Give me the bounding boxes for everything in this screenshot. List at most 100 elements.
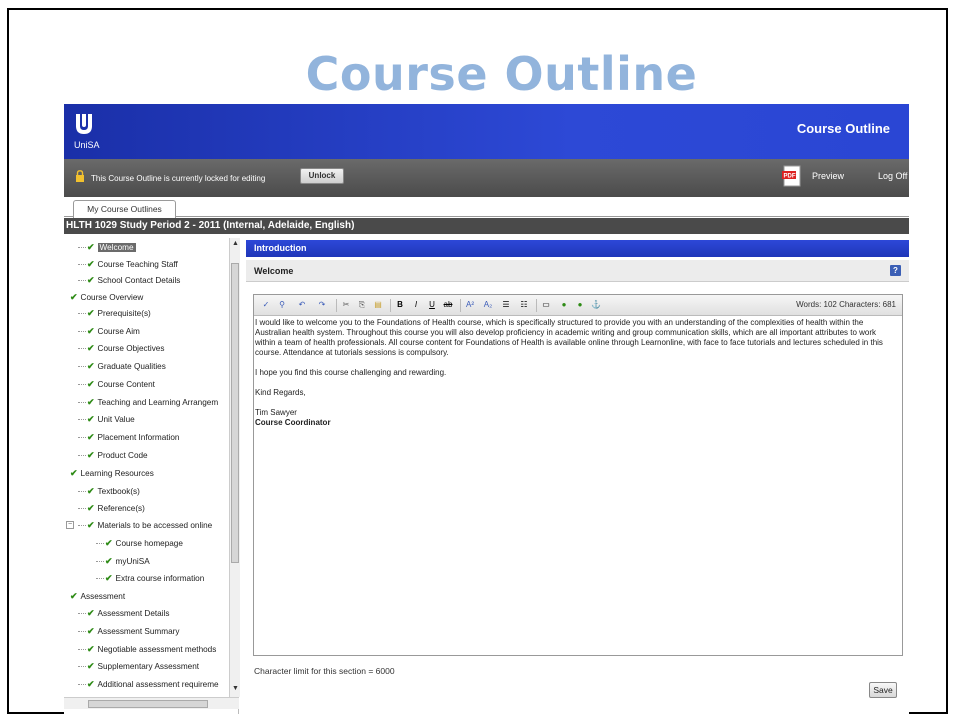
check-icon: ✔: [87, 679, 95, 689]
check-icon: ✔: [87, 661, 95, 671]
tree-item-extra-course-information[interactable]: ✔ Extra course information: [96, 571, 204, 585]
tree-item-course-aim[interactable]: ✔ Course Aim: [78, 324, 140, 338]
scroll-down-icon[interactable]: ▼: [232, 685, 239, 692]
strikethrough-icon[interactable]: ab: [442, 299, 454, 311]
help-icon[interactable]: ?: [890, 265, 901, 276]
tree-scroll-thumb[interactable]: [231, 263, 239, 563]
tree-item-course-overview[interactable]: ✔ Course Overview: [70, 290, 143, 304]
tree-item-negotiable-assessment[interactable]: ✔ Negotiable assessment methods: [78, 642, 216, 656]
check-icon: ✔: [87, 608, 95, 618]
anchor-icon[interactable]: ⚓: [590, 299, 602, 311]
tree-item-school-contact-details[interactable]: ✔ School Contact Details: [78, 273, 180, 287]
tree-item-assessment-summary[interactable]: ✔ Assessment Summary: [78, 624, 179, 638]
spellcheck-icon[interactable]: ✓: [260, 299, 272, 311]
closing-paragraph: I hope you find this course challenging …: [255, 368, 447, 377]
check-icon: ✔: [87, 308, 95, 318]
lock-message: This Course Outline is currently locked …: [91, 174, 266, 183]
check-icon: ✔: [87, 397, 95, 407]
tree-item-references[interactable]: ✔ Reference(s): [78, 501, 145, 515]
check-icon: ✔: [87, 414, 95, 424]
tree-item-course-homepage[interactable]: ✔ Course homepage: [96, 536, 183, 550]
tree-item-unit-value[interactable]: ✔ Unit Value: [78, 412, 135, 426]
tree-item-learning-resources[interactable]: ✔ Learning Resources: [70, 466, 154, 480]
check-icon: ✔: [87, 259, 95, 269]
logo-text: UniSA: [74, 140, 100, 150]
subscript-icon[interactable]: A₂: [482, 299, 494, 311]
pdf-icon[interactable]: PDF: [782, 165, 802, 187]
copy-icon[interactable]: ⎘: [356, 299, 368, 311]
tree-item-placement-information[interactable]: ✔ Placement Information: [78, 430, 179, 444]
tree-item-teaching-and-learning[interactable]: ✔ Teaching and Learning Arrangem: [78, 395, 218, 409]
outline-tree: ✔ Welcome ✔ Course Teaching Staff ✔ School …: [64, 238, 239, 714]
check-icon: ✔: [105, 538, 113, 548]
tree-horizontal-scrollbar[interactable]: [64, 697, 239, 709]
ordered-list-icon[interactable]: ☰: [500, 299, 512, 311]
tab-my-course-outlines[interactable]: My Course Outlines: [73, 200, 176, 218]
check-icon: ✔: [87, 343, 95, 353]
tree-item-graduate-qualities[interactable]: ✔ Graduate Qualities: [78, 359, 166, 373]
unlock-button[interactable]: Unlock: [300, 168, 344, 184]
italic-icon[interactable]: I: [410, 299, 422, 311]
tree-hscroll-thumb[interactable]: [88, 700, 208, 708]
tree-item-product-code[interactable]: ✔ Product Code: [78, 448, 148, 462]
tree-item-course-objectives[interactable]: ✔ Course Objectives: [78, 341, 164, 355]
check-icon: ✔: [87, 503, 95, 513]
check-icon: ✔: [87, 379, 95, 389]
character-limit-note: Character limit for this section = 6000: [254, 666, 395, 676]
bullet-list-icon[interactable]: ☷: [518, 299, 530, 311]
content-panel: Introduction Welcome ? ✓ ⚲ ↶ ↷ ✂ ⎘ ▤ B I…: [246, 238, 909, 714]
undo-icon[interactable]: ↶: [296, 299, 308, 311]
svg-text:PDF: PDF: [784, 174, 796, 180]
bold-icon[interactable]: B: [394, 299, 406, 311]
tree-item-course-teaching-staff[interactable]: ✔ Course Teaching Staff: [78, 257, 178, 271]
preview-link[interactable]: Preview: [812, 171, 844, 181]
editor-toolbar: ✓ ⚲ ↶ ↷ ✂ ⎘ ▤ B I U ab A² A₂ ☰ ☷ ▭ ● ● ⚓…: [254, 295, 902, 316]
editor-body[interactable]: I would like to welcome you to the Found…: [255, 318, 895, 428]
tree-item-textbooks[interactable]: ✔ Textbook(s): [78, 484, 140, 498]
check-icon: ✔: [87, 326, 95, 336]
word-count: Words: 102 Characters: 681: [796, 300, 896, 309]
unlink-icon[interactable]: ●: [574, 299, 586, 311]
redo-icon[interactable]: ↷: [316, 299, 328, 311]
check-icon: ✔: [87, 275, 95, 285]
lock-icon: [76, 170, 84, 182]
check-icon: ✔: [87, 626, 95, 636]
tree-item-assessment-details[interactable]: ✔ Assessment Details: [78, 606, 169, 620]
tree-item-welcome[interactable]: ✔ Welcome: [78, 240, 136, 254]
link-icon[interactable]: ●: [558, 299, 570, 311]
check-icon: ✔: [87, 520, 95, 530]
tree-item-prerequisites[interactable]: ✔ Prerequisite(s): [78, 306, 151, 320]
tree-item-assessment[interactable]: ✔ Assessment: [70, 589, 125, 603]
superscript-icon[interactable]: A²: [464, 299, 476, 311]
rich-text-editor[interactable]: ✓ ⚲ ↶ ↷ ✂ ⎘ ▤ B I U ab A² A₂ ☰ ☷ ▭ ● ● ⚓…: [253, 294, 903, 656]
paste-icon[interactable]: ▤: [372, 299, 384, 311]
check-icon: ✔: [70, 591, 78, 601]
table-icon[interactable]: ▭: [540, 299, 552, 311]
cut-icon[interactable]: ✂: [340, 299, 352, 311]
find-icon[interactable]: ⚲: [276, 299, 288, 311]
check-icon: ✔: [87, 450, 95, 460]
slide-title: Course Outline: [305, 47, 698, 101]
tree-item-supplementary-assessment[interactable]: ✔ Supplementary Assessment: [78, 659, 199, 673]
log-off-link[interactable]: Log Off: [878, 171, 907, 181]
signatory-name: Tim Sawyer: [255, 408, 297, 417]
collapse-icon[interactable]: −: [66, 521, 74, 529]
lock-bar: This Course Outline is currently locked …: [64, 159, 909, 197]
underline-icon[interactable]: U: [426, 299, 438, 311]
check-icon: ✔: [70, 292, 78, 302]
tab-strip: My Course Outlines: [64, 197, 909, 218]
unisa-logo-icon: [76, 114, 92, 134]
tree-item-course-content[interactable]: ✔ Course Content: [78, 377, 155, 391]
save-button[interactable]: Save: [869, 682, 897, 698]
tree-item-materials-online[interactable]: ✔ Materials to be accessed online: [78, 518, 212, 532]
check-icon: ✔: [87, 644, 95, 654]
tree-item-additional-assessment[interactable]: ✔ Additional assessment requireme: [78, 677, 219, 691]
check-icon: ✔: [87, 242, 95, 252]
check-icon: ✔: [87, 361, 95, 371]
check-icon: ✔: [70, 468, 78, 478]
tree-vertical-scrollbar[interactable]: ▲ ▼: [229, 238, 240, 697]
scroll-up-icon[interactable]: ▲: [232, 240, 239, 247]
check-icon: ✔: [105, 556, 113, 566]
section-header: Introduction: [246, 240, 909, 257]
tree-item-myunisa[interactable]: ✔ myUniSA: [96, 554, 150, 568]
